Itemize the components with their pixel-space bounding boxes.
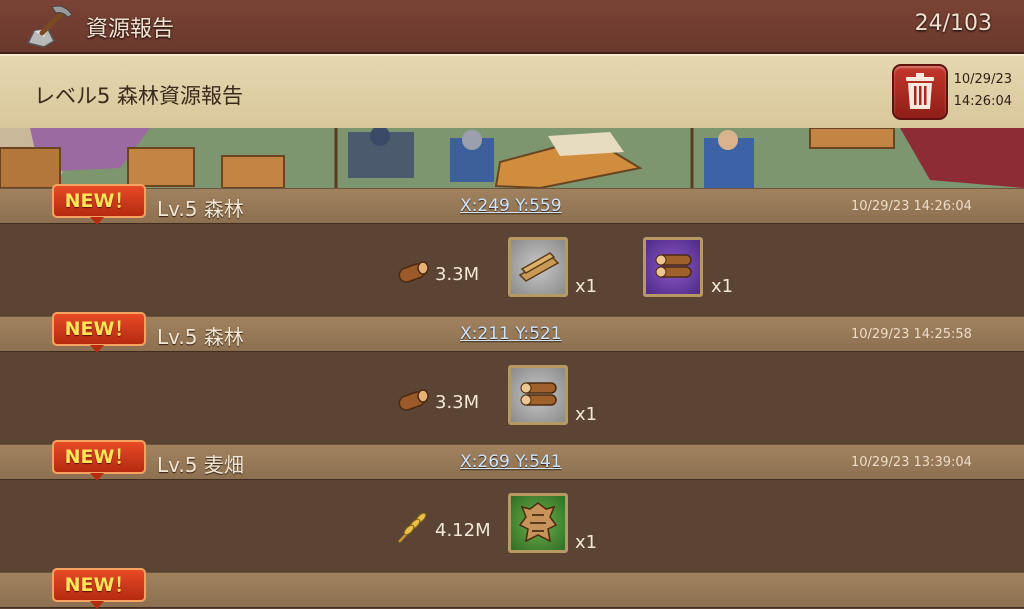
trash-icon bbox=[906, 73, 934, 109]
entry-title: Lv.5 森林 bbox=[157, 197, 244, 221]
item-quantity: x1 bbox=[575, 404, 598, 425]
page-counter: 24/103 bbox=[914, 11, 992, 36]
wheat-icon bbox=[398, 512, 427, 543]
entry-title: Lv.5 麦畑 bbox=[157, 453, 244, 477]
coordinates-link[interactable]: X:249 Y:559 bbox=[460, 196, 562, 216]
entry-timestamp: 10/29/23 14:26:04 bbox=[851, 199, 972, 214]
coordinates-link[interactable]: X:211 Y:521 bbox=[460, 324, 562, 344]
report-entry-body: 4.12M x1 bbox=[0, 480, 1024, 572]
report-entry-body: 3.3M x1 x1 bbox=[0, 224, 1024, 316]
animal-hide-icon bbox=[518, 502, 558, 543]
item-slot[interactable] bbox=[508, 493, 568, 553]
title-bar: 資源報告 24/103 bbox=[0, 0, 1024, 54]
wood-log-icon bbox=[398, 261, 429, 283]
resource-amount: 3.3M bbox=[435, 392, 480, 413]
item-quantity: x1 bbox=[575, 532, 598, 553]
new-badge: NEW！ bbox=[52, 184, 146, 225]
new-badge: NEW！ bbox=[52, 440, 146, 481]
resource-amount: 4.12M bbox=[435, 520, 491, 541]
new-badge: NEW！ bbox=[52, 312, 146, 353]
screen-title: 資源報告 bbox=[86, 17, 175, 42]
item-slot[interactable] bbox=[508, 237, 568, 297]
report-entry-header[interactable]: NEW！ bbox=[0, 568, 1024, 609]
log-bundle-icon bbox=[520, 382, 557, 406]
entry-timestamp: 10/29/23 13:39:04 bbox=[851, 455, 972, 470]
report-time: 14:26:04 bbox=[953, 94, 1012, 109]
report-date: 10/29/23 bbox=[953, 72, 1012, 87]
report-title: レベル5 森林資源報告 bbox=[34, 84, 244, 108]
log-bundle-icon bbox=[655, 254, 692, 278]
report-header: レベル5 森林資源報告 bbox=[0, 54, 1024, 128]
pickaxe-ore-icon bbox=[24, 3, 74, 49]
report-entry-body: 3.3M x1 bbox=[0, 352, 1024, 444]
new-badge: NEW！ bbox=[52, 568, 146, 609]
delete-report-button[interactable] bbox=[892, 64, 948, 120]
entry-timestamp: 10/29/23 14:25:58 bbox=[851, 327, 972, 342]
wooden-planks-icon bbox=[518, 252, 560, 282]
item-quantity: x1 bbox=[575, 276, 598, 297]
report-entry-header[interactable]: NEW！ Lv.5 森林 X:211 Y:521 10/29/23 14:25:… bbox=[0, 312, 1024, 353]
coordinates-link[interactable]: X:269 Y:541 bbox=[460, 452, 562, 472]
report-entry-header[interactable]: NEW！ Lv.5 麦畑 X:269 Y:541 10/29/23 13:39:… bbox=[0, 440, 1024, 481]
item-slot[interactable] bbox=[508, 365, 568, 425]
camp-banner-image bbox=[0, 128, 1024, 188]
item-slot[interactable] bbox=[643, 237, 703, 297]
entry-title: Lv.5 森林 bbox=[157, 325, 244, 349]
wood-log-icon bbox=[398, 389, 429, 411]
report-entry-header[interactable]: NEW！ Lv.5 森林 X:249 Y:559 10/29/23 14:26:… bbox=[0, 184, 1024, 225]
resource-amount: 3.3M bbox=[435, 264, 480, 285]
item-quantity: x1 bbox=[711, 276, 734, 297]
